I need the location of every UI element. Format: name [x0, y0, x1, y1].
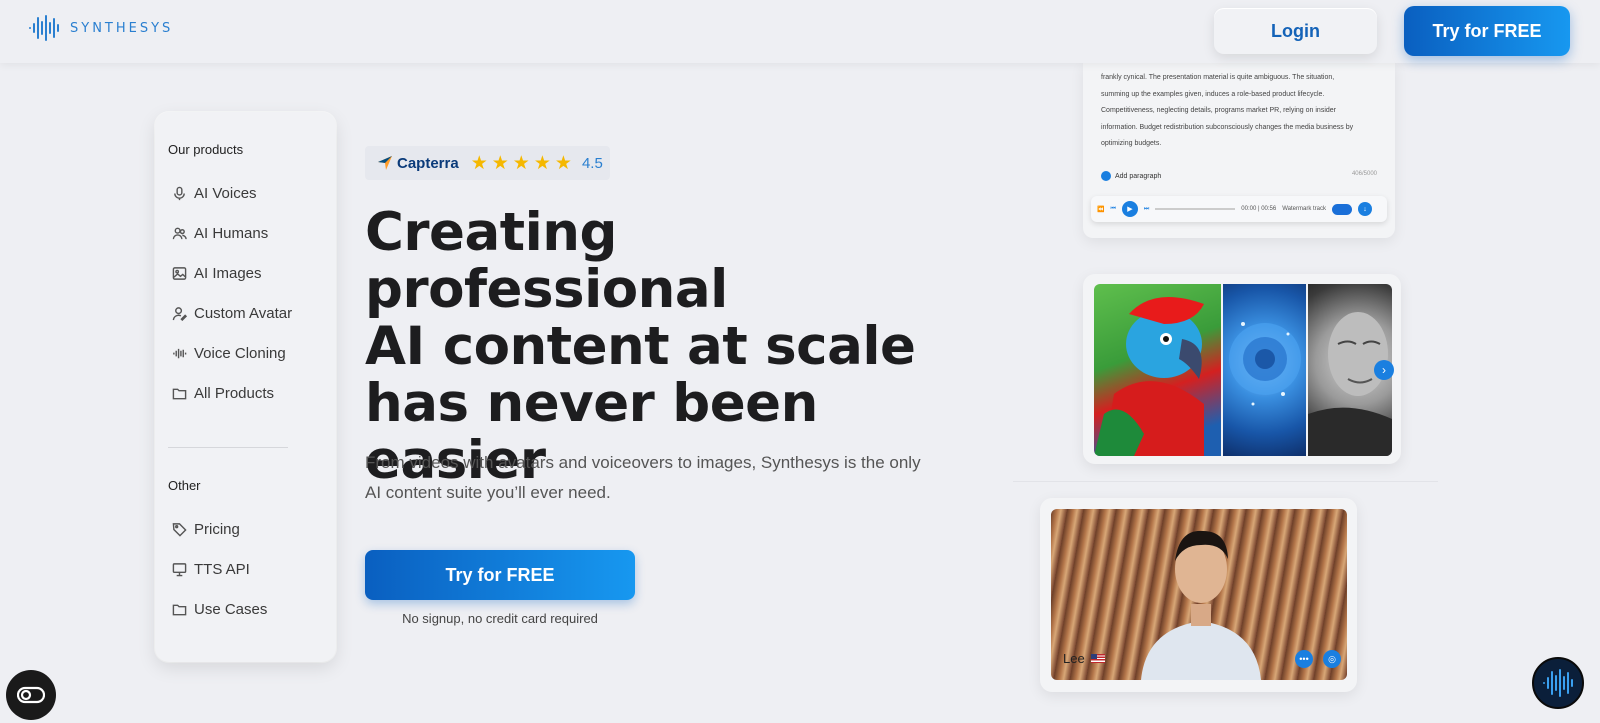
skip-forward-icon[interactable]: ⏭: [1144, 206, 1149, 213]
monitor-icon: [172, 563, 187, 577]
sidebar-item-all-products[interactable]: All Products: [172, 385, 274, 402]
site-header: SYNTHESYS Login Try for FREE: [0, 0, 1600, 63]
sidebar-item-label: All Products: [194, 385, 275, 402]
editor-line: summing up the examples given, induces a…: [1101, 90, 1325, 98]
folder-icon: [172, 388, 187, 400]
sidebar-item-label: TTS API: [194, 561, 250, 578]
star-icon: ★: [554, 152, 572, 174]
microphone-icon: [174, 186, 185, 201]
editor-line: Competitiveness, neglecting details, pro…: [1101, 107, 1336, 114]
char-count: 406/5000: [1351, 171, 1377, 177]
avatar-name-label: Lee: [1063, 651, 1105, 666]
watermark-label: Watermark track: [1282, 206, 1326, 212]
add-paragraph-button[interactable]: Add paragraph: [1101, 171, 1161, 181]
hero-subtitle: From videos with avatars and voiceovers …: [365, 453, 921, 502]
other-heading: Other: [168, 478, 201, 493]
sidebar-item-ai-voices[interactable]: AI Voices: [172, 185, 257, 202]
avatar-person-image: [1141, 530, 1261, 680]
star-icon: ★: [470, 152, 488, 174]
star-icon: ★: [512, 152, 530, 174]
sidebar-item-use-cases[interactable]: Use Cases: [172, 601, 267, 618]
star-icon: ★: [491, 152, 509, 174]
us-flag-icon: [1090, 654, 1105, 663]
user-edit-icon: [172, 307, 187, 321]
users-icon: [172, 227, 187, 240]
add-paragraph-label: Add paragraph: [1115, 172, 1162, 180]
play-preview-icon[interactable]: ◎: [1323, 650, 1341, 668]
sidebar-item-pricing[interactable]: Pricing: [172, 521, 240, 538]
login-button[interactable]: Login: [1214, 8, 1377, 54]
waveform-logo-icon: [29, 15, 59, 41]
chat-assistant-button[interactable]: [1532, 657, 1584, 709]
sidebar-item-custom-avatar[interactable]: Custom Avatar: [172, 305, 292, 322]
products-menu: Our products AI Voices AI Humans AI Imag…: [155, 112, 336, 662]
hero-title: Creating professional AI content at scal…: [365, 204, 965, 489]
ai-images-gallery: ›: [1083, 274, 1401, 464]
accessibility-toggle-icon: [17, 686, 45, 704]
waveform-icon: [173, 348, 187, 359]
sidebar-item-ai-images[interactable]: AI Images: [172, 265, 262, 282]
download-icon[interactable]: ↓: [1358, 202, 1372, 216]
our-products-heading: Our products: [168, 142, 244, 157]
folder-icon: [172, 604, 187, 616]
signup-note: No signup, no credit card required: [402, 611, 598, 626]
progress-track[interactable]: [1155, 208, 1236, 210]
sidebar-item-label: AI Images: [194, 265, 262, 282]
image-icon: [172, 267, 187, 280]
capterra-name: Capterra: [397, 154, 459, 172]
editor-line: information. Budget redistribution subco…: [1101, 123, 1354, 131]
tts-editor-preview: frankly cynical. The presentation materi…: [1083, 62, 1395, 238]
play-icon[interactable]: ▶: [1121, 201, 1138, 217]
rating-value: 4.5: [581, 154, 603, 172]
more-options-icon[interactable]: •••: [1295, 650, 1313, 668]
rewind-icon[interactable]: ⏪: [1097, 206, 1104, 213]
capterra-logo-icon: [378, 156, 392, 170]
sidebar-divider: [168, 447, 288, 448]
logo-text: SYNTHESYS: [70, 20, 174, 36]
sidebar-item-label: Pricing: [194, 521, 240, 538]
waveform-logo-icon: [1543, 669, 1573, 697]
gallery-next-button[interactable]: ›: [1374, 360, 1394, 380]
avatar-video[interactable]: Lee ••• ◎: [1051, 509, 1347, 680]
section-divider: [1013, 481, 1438, 482]
editor-line: frankly cynical. The presentation materi…: [1101, 74, 1335, 81]
try-free-hero-button[interactable]: Try for FREE: [365, 550, 635, 600]
synthesys-logo[interactable]: SYNTHESYS: [28, 14, 173, 42]
watermark-toggle[interactable]: [1332, 203, 1352, 215]
hero-title-line: has never been: [365, 373, 818, 434]
skip-back-icon[interactable]: ⏮: [1110, 206, 1115, 213]
star-icon: ★: [533, 152, 551, 174]
try-free-header-button[interactable]: Try for FREE: [1404, 6, 1570, 56]
sidebar-item-label: Voice Cloning: [194, 345, 286, 362]
sidebar-item-voice-cloning[interactable]: Voice Cloning: [172, 345, 286, 362]
avatar-name: Lee: [1063, 651, 1085, 666]
sidebar-item-label: Use Cases: [194, 601, 268, 618]
sidebar-item-label: AI Voices: [194, 185, 257, 202]
audio-player: ⏪ ⏮ ▶ ⏭ 00:00 | 00:56 Watermark track ↓: [1091, 196, 1387, 222]
sidebar-item-label: AI Humans: [194, 225, 269, 242]
ai-avatar-preview: Lee ••• ◎: [1040, 498, 1357, 692]
editor-line: optimizing budgets.: [1101, 140, 1162, 147]
plus-icon: [1101, 171, 1111, 181]
sidebar-item-tts-api[interactable]: TTS API: [172, 561, 250, 578]
sidebar-item-label: Custom Avatar: [194, 305, 293, 322]
hero-title-line: Creating professional: [365, 202, 728, 320]
time-display: 00:00 | 00:56: [1241, 206, 1277, 212]
parrot-image: [1094, 284, 1221, 456]
tag-icon: [172, 523, 187, 537]
sidebar-item-ai-humans[interactable]: AI Humans: [172, 225, 268, 242]
accessibility-button[interactable]: [6, 670, 56, 720]
hero-title-line: AI content at scale: [365, 316, 916, 377]
editor-text: frankly cynical. The presentation materi…: [1101, 70, 1381, 153]
capterra-rating-badge[interactable]: Capterra ★ ★ ★ ★ ★ 4.5: [365, 146, 610, 180]
rose-image: [1223, 284, 1306, 456]
